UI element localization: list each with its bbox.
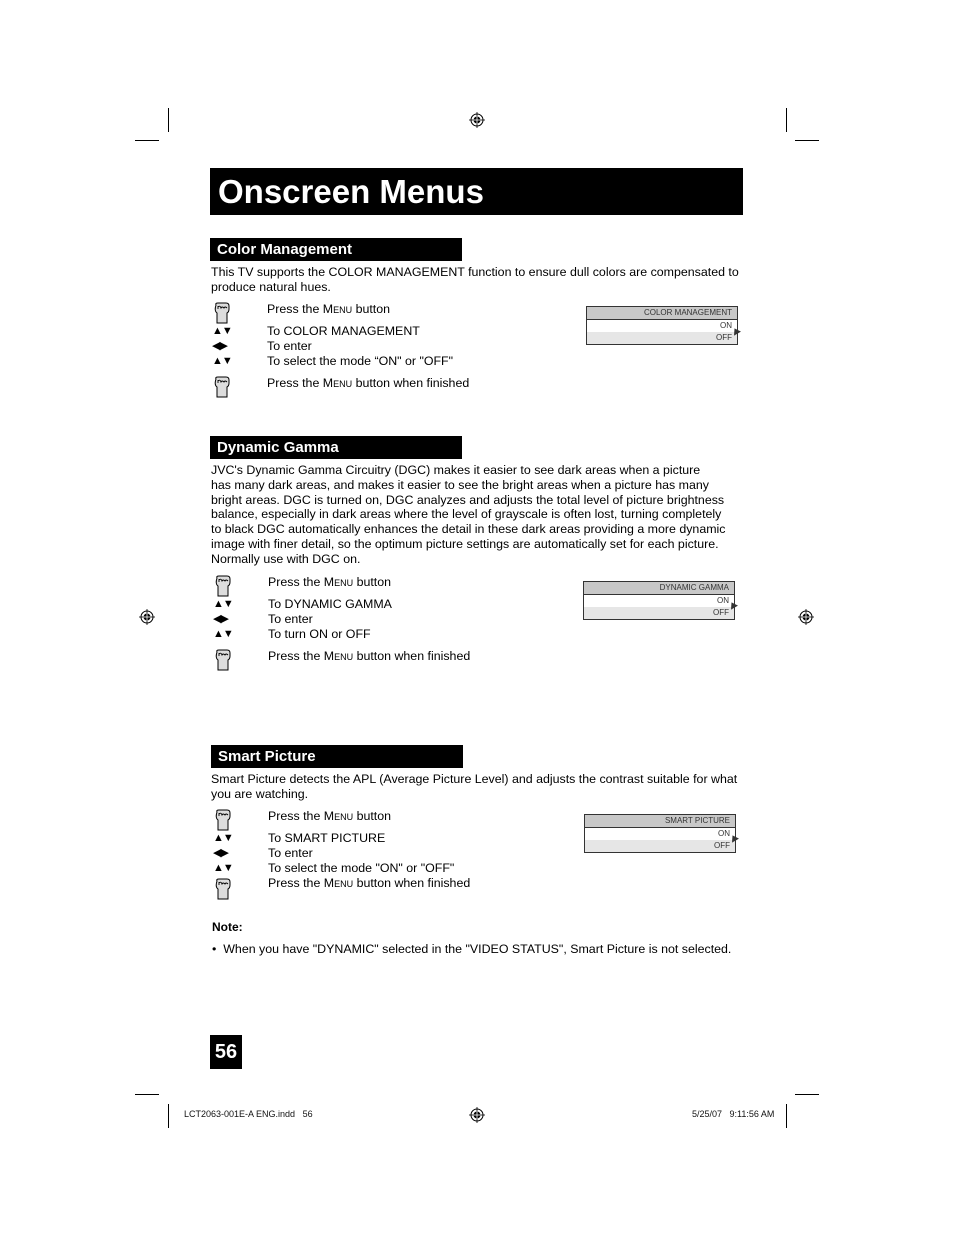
up-down-arrows-icon: ▲▼ [213, 598, 234, 610]
crop-mark [135, 1094, 159, 1095]
registration-mark-icon [469, 112, 485, 128]
up-down-arrows-icon: ▲▼ [212, 355, 233, 367]
osd-menu-color-management: COLOR MANAGEMENT ON OFF [586, 306, 738, 345]
step-text: Press the Menu button [268, 809, 392, 823]
crop-mark [795, 140, 819, 141]
up-down-arrows-icon: ▲▼ [213, 862, 234, 874]
hand-press-icon [215, 809, 231, 831]
hand-press-icon [215, 649, 231, 671]
step-text: Press the Menu button when finished [267, 376, 470, 390]
step-text: To enter [268, 846, 313, 860]
section-heading-smart-picture: Smart Picture [211, 745, 463, 768]
osd-option-off[interactable]: OFF [584, 607, 734, 619]
registration-mark-icon [469, 1107, 485, 1123]
description-line: to black DGC automatically enhances the … [211, 522, 726, 537]
osd-menu-header: DYNAMIC GAMMA [584, 582, 734, 595]
crop-mark [795, 1094, 819, 1095]
step-text: Press the Menu button when finished [268, 649, 471, 663]
hand-press-icon [214, 302, 230, 324]
step-text: Press the Menu button [268, 575, 392, 589]
step-text: Press the Menu button when finished [268, 876, 471, 890]
step-text: To turn ON or OFF [268, 627, 371, 641]
step-text: To DYNAMIC GAMMA [268, 597, 392, 611]
description-line: Normally use with DGC on. [211, 551, 361, 566]
osd-menu-dynamic-gamma: DYNAMIC GAMMA ON OFF [583, 581, 735, 620]
osd-option-off[interactable]: OFF [585, 840, 735, 852]
section-description: Smart Picture detects the APL (Average P… [211, 772, 738, 801]
bullet-icon: • [212, 942, 217, 956]
osd-option-on[interactable]: ON [587, 320, 737, 332]
note-text: When you have "DYNAMIC" selected in the … [223, 942, 732, 956]
step-text: To SMART PICTURE [268, 831, 386, 845]
note-label: Note: [212, 920, 243, 934]
hand-press-icon [215, 878, 231, 900]
crop-mark [135, 140, 159, 141]
crop-mark [168, 1104, 169, 1128]
description-line: image with finer detail, so the optimum … [211, 536, 719, 551]
crop-mark [786, 1104, 787, 1128]
up-down-arrows-icon: ▲▼ [213, 628, 234, 640]
osd-option-on[interactable]: ON [585, 828, 735, 840]
registration-mark-icon [798, 609, 814, 625]
description-line: has many dark areas, and makes it easier… [211, 477, 709, 492]
section-heading-dynamic-gamma: Dynamic Gamma [210, 436, 462, 459]
step-text: To enter [267, 339, 312, 353]
osd-option-off[interactable]: OFF [587, 332, 737, 344]
osd-menu-header: SMART PICTURE [585, 815, 735, 828]
crop-mark [168, 108, 169, 132]
crop-mark [786, 108, 787, 132]
up-down-arrows-icon: ▲▼ [213, 832, 234, 844]
section-description: This TV supports the COLOR MANAGEMENT fu… [211, 265, 739, 294]
left-right-arrows-icon: ◀▶ [213, 847, 229, 859]
up-down-arrows-icon: ▲▼ [212, 325, 233, 337]
section-description: JVC's Dynamic Gamma Circuitry (DGC) make… [211, 463, 741, 567]
description-line: balance, especially in dark areas where … [211, 507, 722, 522]
footer-file-name: LCT2063-001E-A ENG.indd 56 [184, 1109, 313, 1119]
step-text: To select the mode “ON" or "OFF" [267, 354, 454, 368]
footer-timestamp: 5/25/07 9:11:56 AM [692, 1109, 775, 1119]
step-text: To COLOR MANAGEMENT [267, 324, 420, 338]
page-number: 56 [210, 1035, 242, 1069]
left-right-arrows-icon: ◀▶ [213, 613, 229, 625]
description-line: bright areas. DGC is turned on, DGC anal… [211, 492, 725, 507]
step-text: To select the mode "ON" or "OFF" [268, 861, 455, 875]
description-line: JVC's Dynamic Gamma Circuitry (DGC) make… [211, 463, 701, 477]
hand-press-icon [214, 376, 230, 398]
left-right-arrows-icon: ◀▶ [212, 340, 228, 352]
osd-menu-header: COLOR MANAGEMENT [587, 307, 737, 320]
hand-press-icon [215, 575, 231, 597]
section-heading-color-management: Color Management [210, 238, 462, 261]
registration-mark-icon [139, 609, 155, 625]
osd-option-on[interactable]: ON [584, 595, 734, 607]
note-item: • When you have "DYNAMIC" selected in th… [212, 942, 731, 956]
osd-menu-smart-picture: SMART PICTURE ON OFF [584, 814, 736, 853]
page-title: Onscreen Menus [210, 168, 743, 215]
step-text: To enter [268, 612, 313, 626]
step-text: Press the Menu button [267, 302, 391, 316]
